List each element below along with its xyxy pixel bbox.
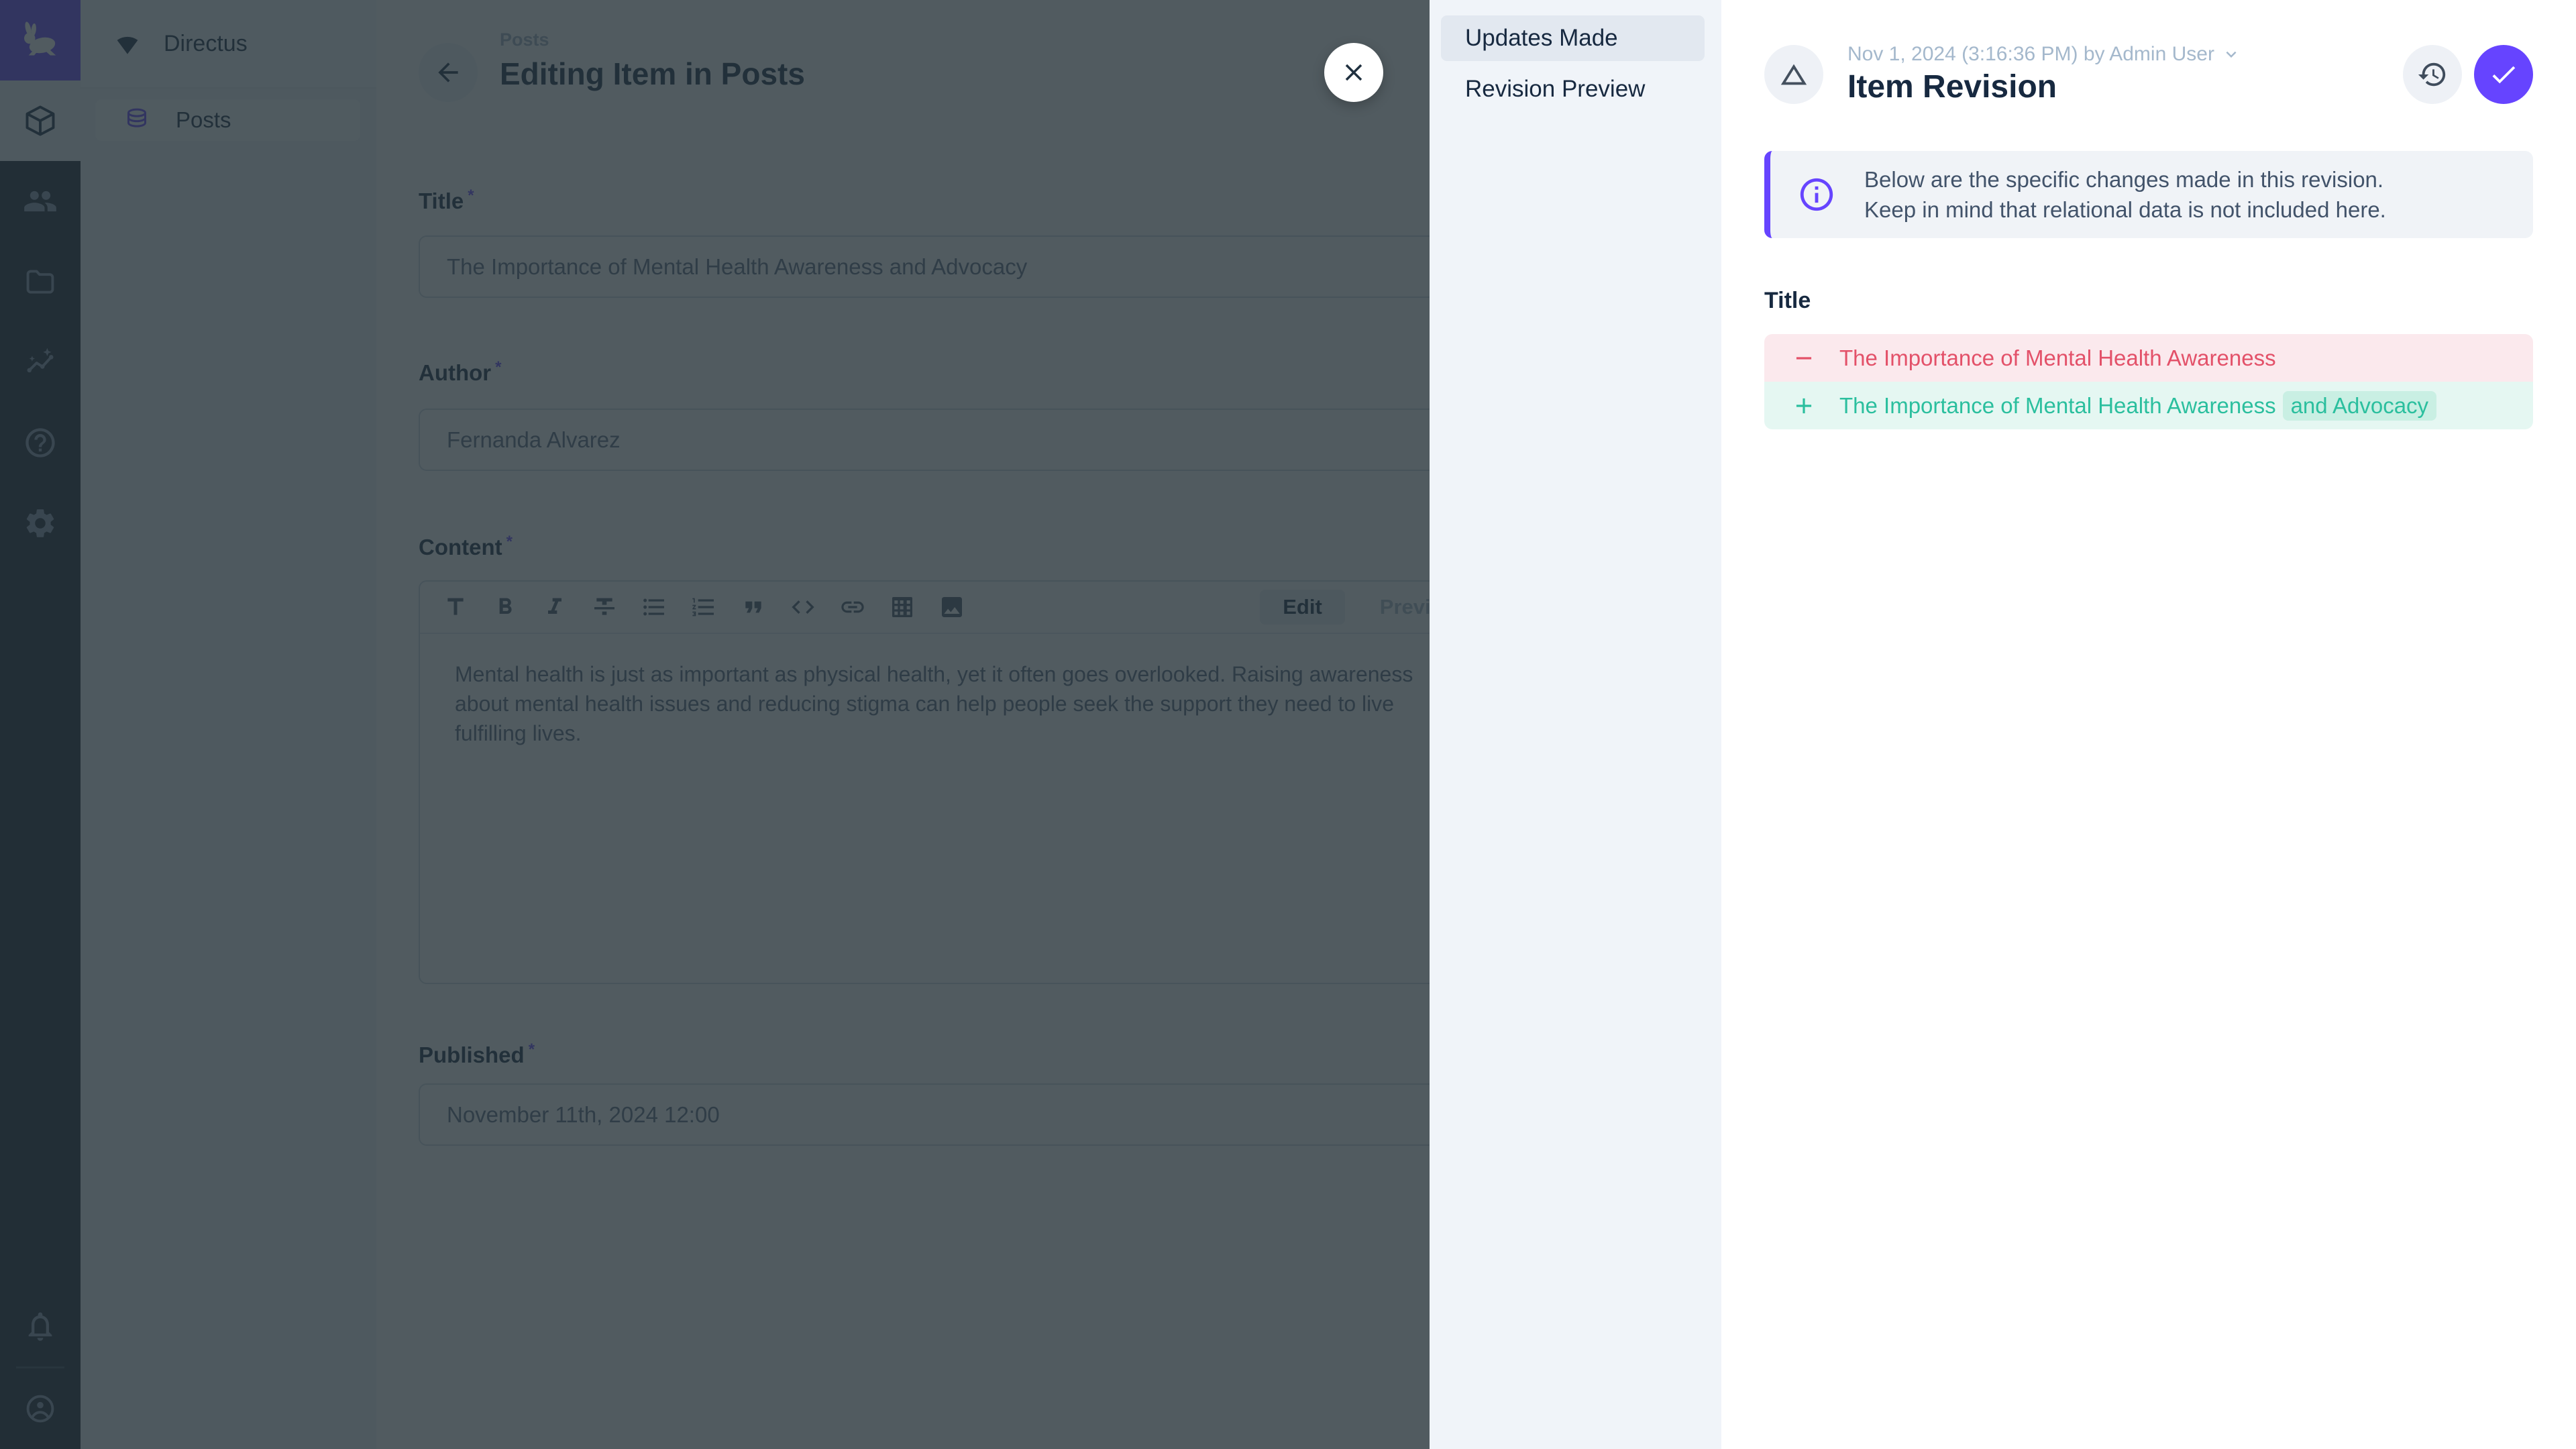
diff-added-row: The Importance of Mental Health Awarenes… xyxy=(1764,382,2533,429)
diff-added-highlight: and Advocacy xyxy=(2283,391,2436,421)
drawer-nav-revision-preview[interactable]: Revision Preview xyxy=(1441,66,1705,112)
drawer-nav: Updates Made Revision Preview xyxy=(1430,0,1721,1449)
revision-timestamp-dropdown[interactable]: Nov 1, 2024 (3:16:36 PM) by Admin User xyxy=(1847,43,2241,66)
diff-removed-text: The Importance of Mental Health Awarenes… xyxy=(1839,345,2276,371)
revision-type-badge xyxy=(1764,45,1823,104)
revert-button[interactable] xyxy=(2403,45,2462,104)
diff-removed-row: The Importance of Mental Health Awarenes… xyxy=(1764,334,2533,382)
drawer-nav-updates-made[interactable]: Updates Made xyxy=(1441,15,1705,61)
info-banner: Below are the specific changes made in t… xyxy=(1764,151,2533,238)
diff-block: The Importance of Mental Health Awarenes… xyxy=(1764,334,2533,429)
diff-field-name: Title xyxy=(1764,288,2533,314)
plus-icon xyxy=(1791,393,1817,419)
info-banner-text: Below are the specific changes made in t… xyxy=(1864,164,2386,225)
info-icon xyxy=(1797,175,1836,214)
diff-added-text: The Importance of Mental Health Awarenes… xyxy=(1839,393,2276,419)
close-icon xyxy=(1340,58,1368,87)
modal-overlay[interactable] xyxy=(0,0,1430,1449)
check-icon xyxy=(2488,59,2519,90)
history-icon xyxy=(2417,59,2448,90)
triangle-delta-icon xyxy=(1778,59,1809,90)
chevron-down-icon xyxy=(2221,44,2241,64)
revision-drawer: Updates Made Revision Preview Nov 1, 202… xyxy=(1430,0,2576,1449)
close-button[interactable] xyxy=(1324,43,1383,102)
revision-header: Nov 1, 2024 (3:16:36 PM) by Admin User I… xyxy=(1764,43,2533,105)
drawer-content: Nov 1, 2024 (3:16:36 PM) by Admin User I… xyxy=(1721,0,2576,1449)
minus-icon xyxy=(1791,345,1817,371)
drawer-title: Item Revision xyxy=(1847,68,2241,105)
confirm-button[interactable] xyxy=(2474,45,2533,104)
